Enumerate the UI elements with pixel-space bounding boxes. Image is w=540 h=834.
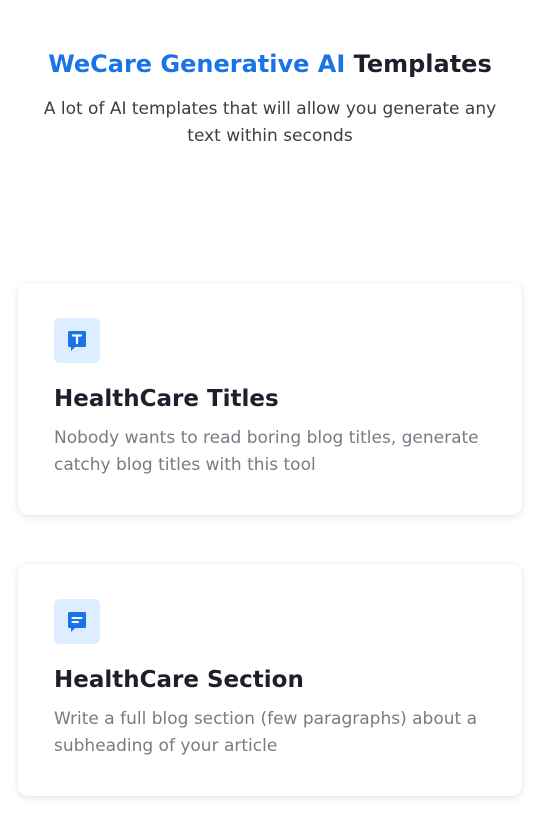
templates-page: WeCare Generative AI Templates A lot of … (0, 0, 540, 834)
card-description: Nobody wants to read boring blog titles,… (54, 428, 479, 475)
page-title-accent: WeCare Generative AI (48, 50, 346, 78)
page-title-rest: Templates (353, 50, 492, 78)
card-description: Write a full blog section (few paragraph… (54, 709, 477, 756)
card-title: HealthCare Titles (54, 386, 279, 412)
template-card-healthcare-section[interactable]: HealthCare Section Write a full blog sec… (18, 564, 522, 796)
template-card-healthcare-titles[interactable]: HealthCare Titles Nobody wants to read b… (18, 283, 522, 515)
message-lines-icon (54, 599, 100, 644)
page-subtitle: A lot of AI templates that will allow yo… (43, 99, 497, 146)
card-title: HealthCare Section (54, 667, 304, 693)
text-chat-icon (54, 318, 100, 363)
page-title: WeCare Generative AI Templates (0, 46, 540, 82)
